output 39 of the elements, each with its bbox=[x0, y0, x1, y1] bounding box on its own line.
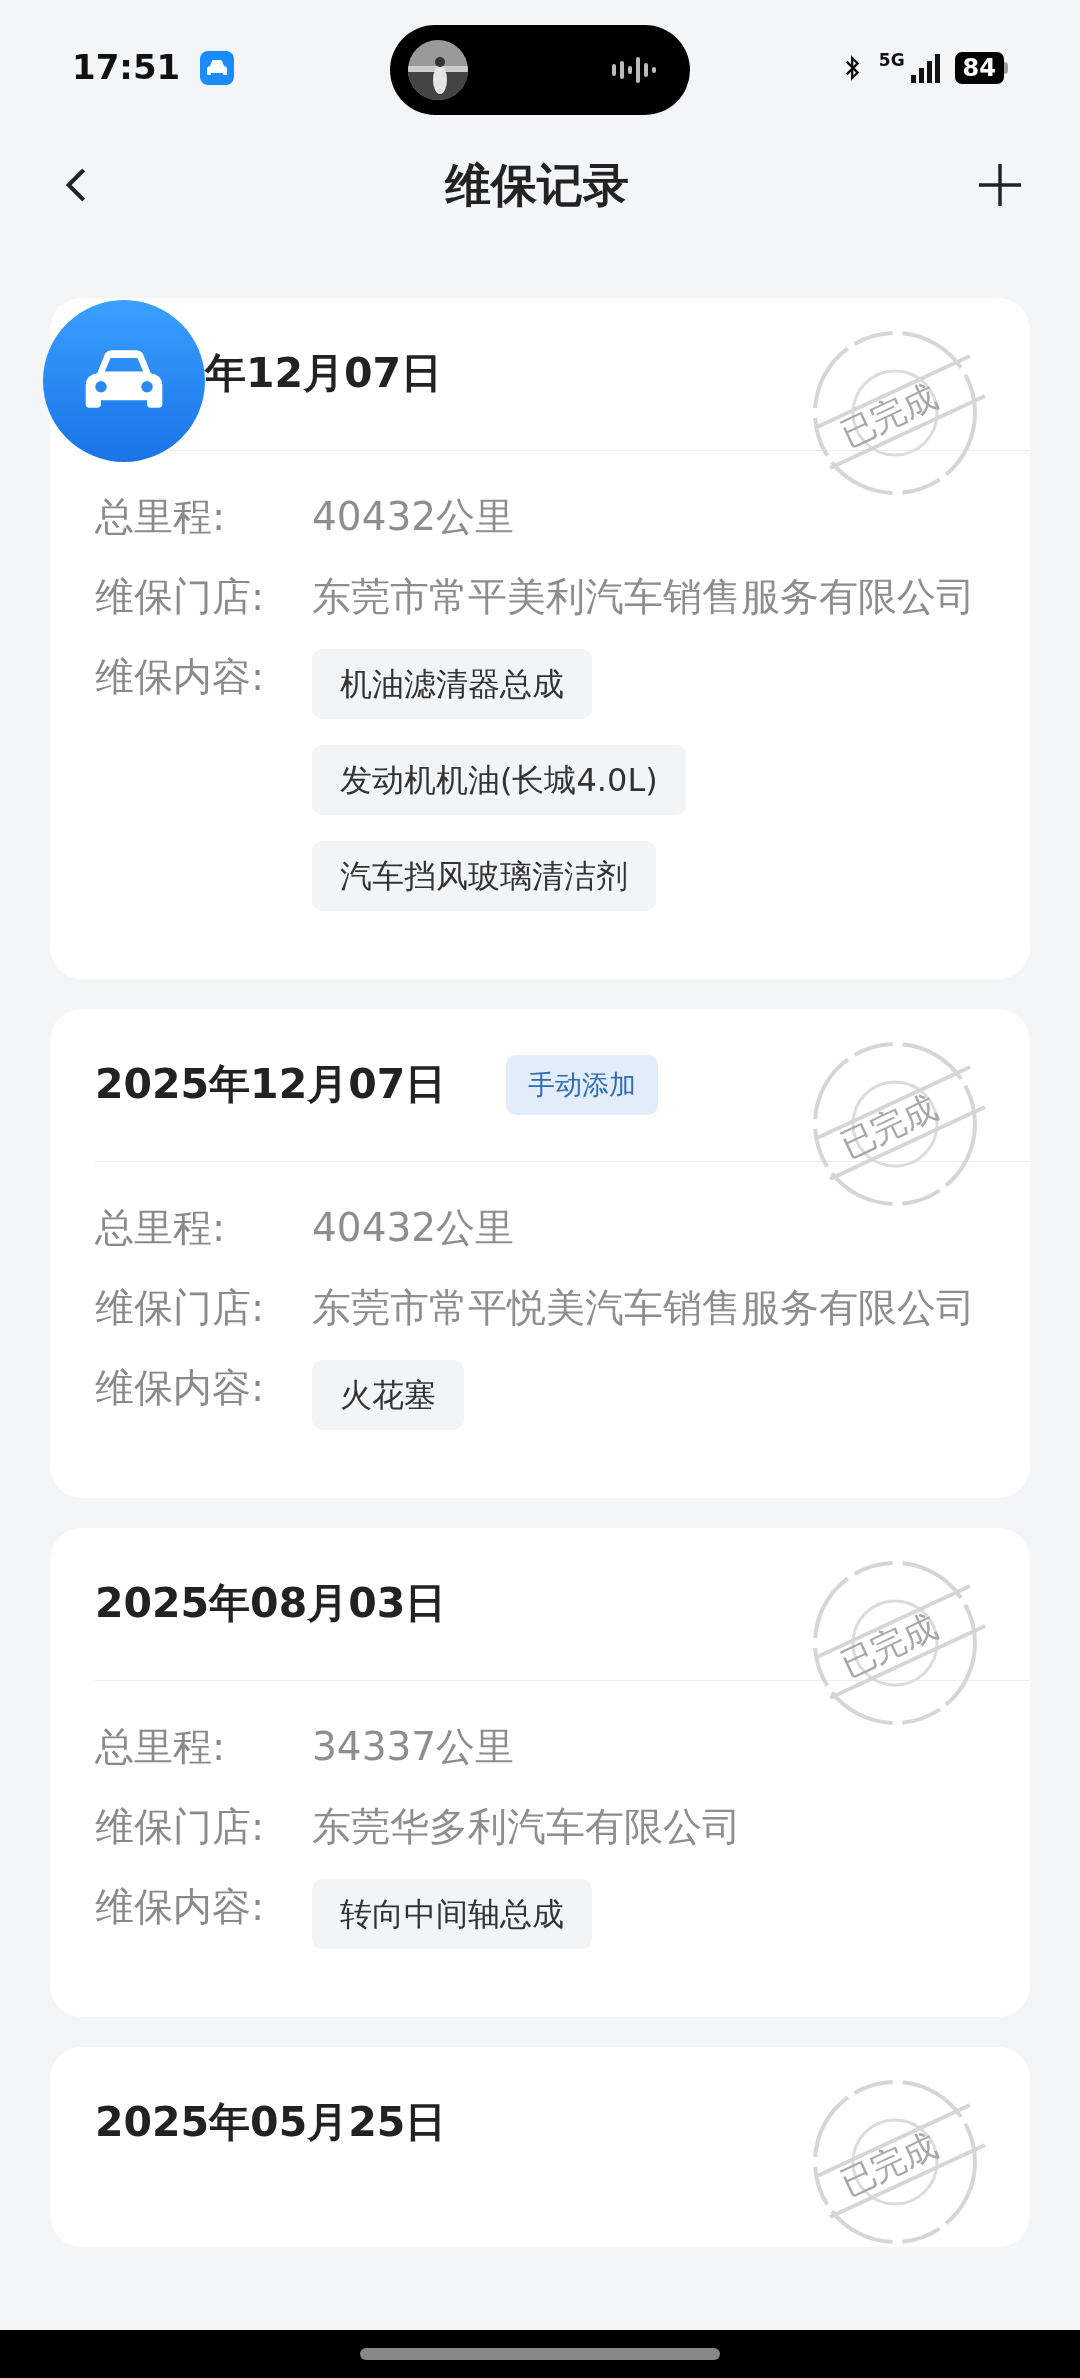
field-value: 东莞华多利汽车有限公司 bbox=[312, 1803, 742, 1851]
network-type: 5G bbox=[878, 52, 905, 69]
record-card[interactable]: 已完成 2025年05月25日 bbox=[50, 2047, 1030, 2247]
service-item-chip: 发动机机油(长城4.0L) bbox=[312, 745, 686, 815]
stamp-text: 已完成 bbox=[833, 1604, 945, 1687]
signal-icon bbox=[910, 52, 941, 83]
stamp-text: 已完成 bbox=[833, 1085, 945, 1168]
field-label: 维保内容: bbox=[95, 1364, 266, 1412]
field-label: 维保内容: bbox=[95, 1883, 266, 1931]
record-card[interactable]: 已完成 2025年12月07日 手动添加 总里程: 40432公里 维保门店: 东莞市常平悦美汽车销售服务有限公司 维保内容: 火花塞 bbox=[50, 1009, 1030, 1498]
plus-icon bbox=[977, 162, 1023, 208]
record-date: 2025年05月25日 bbox=[95, 2097, 447, 2149]
field-label: 总里程: bbox=[95, 493, 227, 541]
field-value: 34337公里 bbox=[312, 1723, 516, 1771]
field-value: 40432公里 bbox=[312, 1204, 516, 1252]
status-time: 17:51 bbox=[72, 46, 181, 89]
field-label: 维保门店: bbox=[95, 1284, 266, 1332]
stamp-text: 已完成 bbox=[833, 2123, 945, 2206]
record-date: 2025年08月03日 bbox=[95, 1578, 447, 1630]
field-value: 东莞市常平悦美汽车销售服务有限公司 bbox=[312, 1284, 976, 1332]
record-date: 年12月07日 bbox=[205, 348, 443, 400]
battery-level: 84 bbox=[954, 51, 1004, 84]
field-value: 40432公里 bbox=[312, 493, 516, 541]
app-notification-icon bbox=[200, 50, 235, 85]
record-card[interactable]: 已完成 2025年08月03日 总里程: 34337公里 维保门店: 东莞华多利汽车有限公司 维保内容: 转向中间轴总成 bbox=[50, 1528, 1030, 2017]
record-date: 2025年12月07日 bbox=[95, 1059, 447, 1111]
field-value: 东莞市常平美利汽车销售服务有限公司 bbox=[312, 573, 976, 621]
service-item-chip: 火花塞 bbox=[312, 1360, 464, 1430]
field-label: 总里程: bbox=[95, 1723, 227, 1771]
stamp-text: 已完成 bbox=[833, 374, 945, 457]
service-item-chip: 转向中间轴总成 bbox=[312, 1879, 592, 1949]
field-label: 维保内容: bbox=[95, 653, 266, 701]
service-item-chip: 汽车挡风玻璃清洁剂 bbox=[312, 841, 656, 911]
page-title: 维保记录 bbox=[445, 156, 629, 214]
field-label: 总里程: bbox=[95, 1204, 227, 1252]
field-label: 维保门店: bbox=[95, 573, 266, 621]
field-label: 维保门店: bbox=[95, 1803, 266, 1851]
manual-tag: 手动添加 bbox=[506, 1054, 659, 1116]
service-item-chip: 机油滤清器总成 bbox=[312, 649, 592, 719]
